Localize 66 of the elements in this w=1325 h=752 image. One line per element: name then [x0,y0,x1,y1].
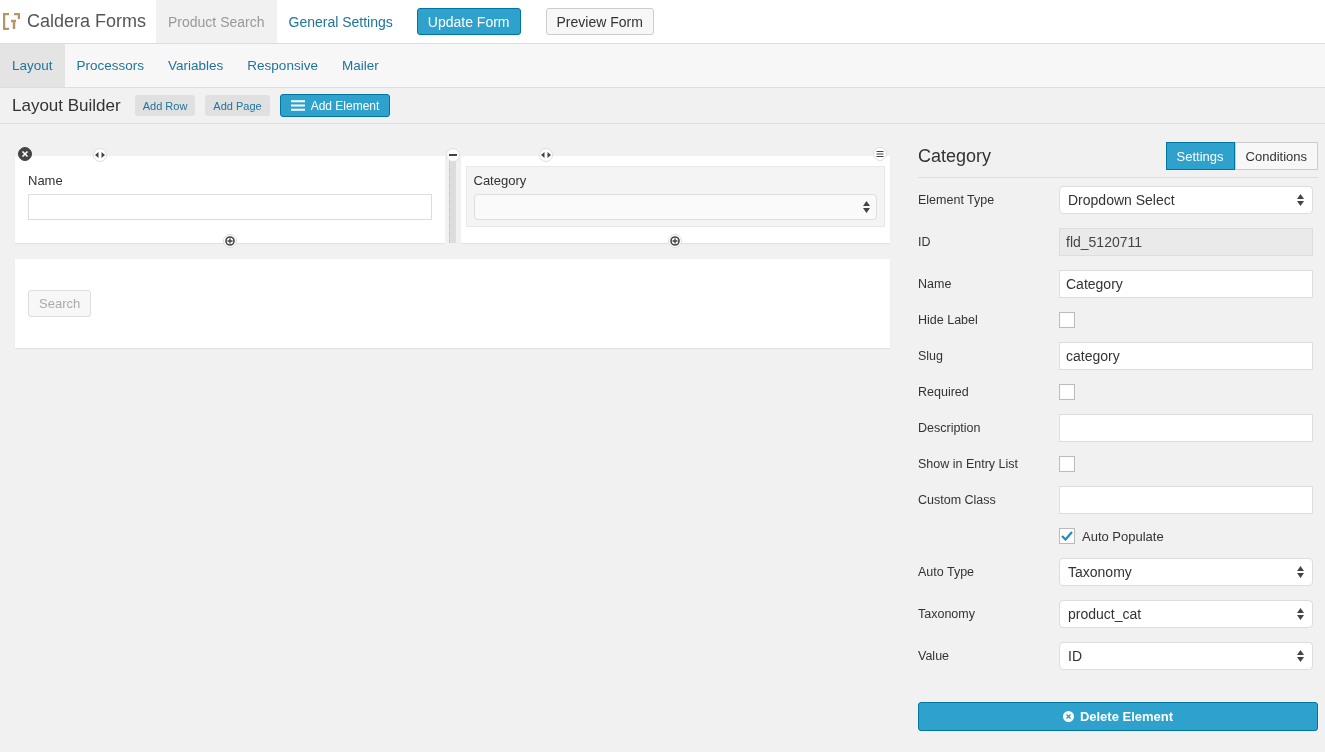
setting-label: Hide Label [918,313,979,327]
readonly-field[interactable]: fld_5120711 [1059,228,1313,256]
setting-label: Show in Entry List [918,457,1020,471]
toolbar-button[interactable]: Add Row [134,95,196,116]
resize-arrows-icon[interactable] [538,148,553,162]
app-title: Caldera Forms [27,11,147,32]
panel-title: Category [918,145,992,167]
section-tab[interactable]: Mailer [329,44,391,87]
panel-tab[interactable]: Conditions [1234,142,1318,170]
checkbox[interactable] [1059,456,1075,472]
setting-label: Element Type [918,193,996,207]
nav-tab[interactable]: General Settings [276,0,405,43]
remove-circle-icon[interactable] [18,147,32,161]
delete-element-button[interactable]: Delete Element [918,702,1318,731]
dropdown-field[interactable]: Taxonomy [1059,558,1313,586]
setting-label: Slug [918,349,945,363]
dropdown-field[interactable]: Dropdown Select [1059,186,1313,214]
menu-icon [290,100,305,111]
checkbox[interactable] [1059,528,1075,544]
text-field[interactable]: Category [1059,270,1313,298]
setting-label: Auto Type [918,565,976,579]
text-field[interactable]: category [1059,342,1313,370]
setting-label: Description [918,421,982,435]
setting-label: Custom Class [918,493,997,507]
checkmark-icon [1061,531,1073,541]
section-tab[interactable]: Variables [156,44,236,87]
checkbox[interactable] [1059,312,1075,328]
field-card[interactable]: Name [20,166,440,227]
toolbar-button[interactable]: Add Element [279,94,391,117]
builder-title: Layout Builder [12,95,121,116]
toolbar-button[interactable]: Add Page [205,95,270,116]
section-tab[interactable]: Layout [0,44,65,87]
add-circle-icon[interactable] [222,234,237,248]
preview-form-button[interactable]: Preview Form [545,8,654,35]
panel-tab[interactable]: Settings [1165,142,1235,170]
checkbox[interactable] [1059,384,1075,400]
text-field[interactable] [1059,414,1313,442]
setting-label: Name [918,277,953,291]
sort-arrows-icon [863,201,870,213]
sort-arrows-icon [1297,566,1304,578]
logo-icon [3,13,20,30]
sort-arrows-icon [1297,608,1304,620]
setting-label: ID [918,235,932,249]
field-label: Category [473,173,528,188]
setting-label: Required [918,385,970,399]
sort-arrows-icon [1297,650,1304,662]
dropdown-field[interactable]: ID [1059,642,1313,670]
close-circle-icon [1062,711,1074,722]
section-tab[interactable]: Processors [64,44,157,87]
setting-label: Value [918,649,951,663]
update-form-button[interactable]: Update Form [416,8,521,35]
dropdown-field[interactable]: product_cat [1059,600,1313,628]
add-circle-icon[interactable] [668,234,683,248]
sort-arrows-icon [1297,194,1304,206]
checkbox-label: Auto Populate [1082,528,1164,544]
text-field[interactable] [1059,486,1313,514]
dropdown-field[interactable] [473,194,877,220]
menu-icon[interactable] [873,147,887,161]
text-input-field[interactable] [28,194,432,220]
resize-arrows-icon[interactable] [93,148,107,162]
field-label: Name [28,173,64,188]
section-tab[interactable]: Responsive [235,44,330,87]
nav-tab[interactable]: Product Search [156,0,277,43]
selected-field-card[interactable]: Category [465,166,885,227]
minus-icon[interactable] [445,148,460,162]
setting-label: Taxonomy [918,607,976,621]
